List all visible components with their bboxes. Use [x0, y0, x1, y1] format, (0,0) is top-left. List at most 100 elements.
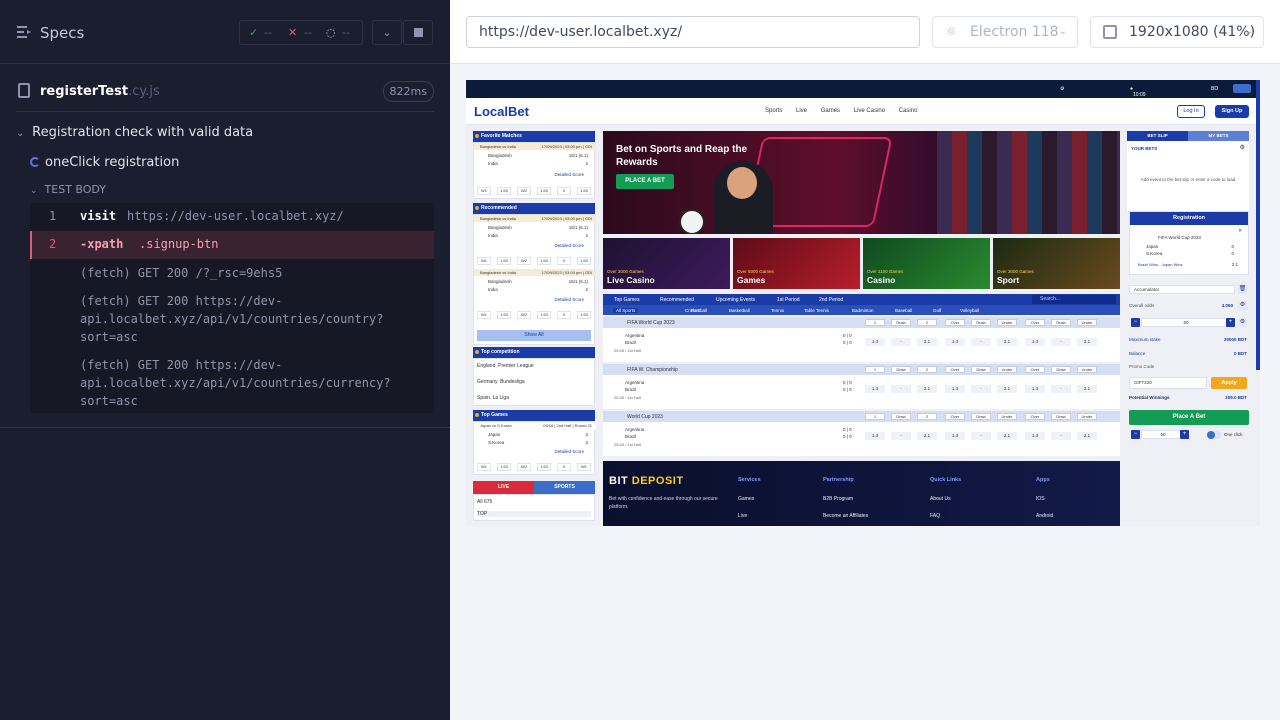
place-bet-button[interactable]: Place A Bet: [1129, 410, 1249, 425]
sport-basketball[interactable]: Basketball: [729, 308, 750, 313]
test-title[interactable]: oneClick registration: [30, 155, 179, 170]
test-body-label[interactable]: ⌄ TEST BODY: [30, 183, 106, 196]
quick-stake-input[interactable]: 50: [1141, 430, 1181, 439]
live-tab[interactable]: LIVE: [473, 481, 534, 494]
plus-icon[interactable]: +: [1226, 318, 1235, 327]
chevron-down-icon[interactable]: ⌄: [372, 20, 402, 45]
tile-games[interactable]: Over 5000 Games Games: [733, 238, 860, 289]
sport-badminton[interactable]: Badminton: [852, 308, 874, 313]
stop-button[interactable]: [403, 20, 433, 45]
game-card[interactable]: FIFA World Cup 2023 1 Draw 2 Over Draw Under O…: [603, 317, 1120, 362]
sport-golf[interactable]: Golf: [933, 308, 941, 313]
odds-row[interactable]: W1 1.53 W2 1.53 X 1.53: [477, 257, 593, 265]
chevron-down-icon[interactable]: ⌄: [16, 128, 28, 139]
command-row-failed[interactable]: 2 -xpath .signup-btn: [30, 231, 434, 259]
suite-title[interactable]: ⌄ Registration check with valid data: [16, 125, 253, 140]
top-filter[interactable]: TOP: [477, 511, 591, 517]
game-card[interactable]: World Cup 2023 1 Draw 2 Over Draw Under Over Dr…: [603, 411, 1120, 456]
nav-casino[interactable]: Casino: [899, 108, 918, 114]
favorites-header[interactable]: Favorite Matches: [473, 131, 595, 142]
login-button[interactable]: Log In: [1177, 105, 1205, 118]
spec-file-row[interactable]: registerTest.cy.js 822ms: [16, 72, 434, 112]
reg-league: FIFA World Cup 2023: [1158, 235, 1201, 240]
show-all-button[interactable]: Show All: [477, 330, 591, 341]
flag-icon[interactable]: [1233, 84, 1251, 93]
apply-button[interactable]: Apply: [1211, 377, 1247, 389]
left-sidebar: Favorite Matches Bangladesh vs India 17/0…: [473, 131, 596, 521]
detailed-score-link[interactable]: Detailed Score: [554, 297, 584, 302]
game-card[interactable]: FIFA W. Championship 1 Draw 2 Over Draw Under…: [603, 364, 1120, 409]
odds-row[interactable]: W1 1.53 W2 1.53 X 1.53: [477, 311, 593, 319]
competition-item[interactable]: England. Premier League: [477, 363, 534, 369]
fetch-log[interactable]: (fetch) GET 200 https://dev-api.localbet…: [80, 356, 420, 410]
tile-sport[interactable]: Over 3000 Games Sport: [993, 238, 1120, 289]
url-field[interactable]: https://dev-user.localbet.xyz/: [466, 16, 920, 48]
all-count[interactable]: All 675: [477, 499, 492, 505]
trash-icon[interactable]: 🗑: [1238, 285, 1247, 294]
odds-row[interactable]: W1 1.53 W2 1.53 X W1: [477, 463, 593, 471]
tile-live-casino[interactable]: Over 3000 Games Live Casino: [603, 238, 730, 289]
sports-tab[interactable]: SPORTS: [534, 481, 595, 494]
sport-baseball[interactable]: Baseball: [895, 308, 912, 313]
sport-volleyball[interactable]: Volleyball: [960, 308, 979, 313]
competition-item[interactable]: Germany. Bundesliga: [477, 379, 525, 385]
tab-my-bets[interactable]: MY BETS: [1188, 131, 1249, 141]
browser-selector[interactable]: ⚛ Electron 118 ⌄: [932, 16, 1078, 48]
detailed-score-link[interactable]: Detailed Score: [554, 243, 584, 248]
favorite-match[interactable]: Bangladesh vs India 17/09/2023 | 03:00 pm…: [473, 142, 596, 199]
detailed-score-link[interactable]: Detailed Score: [554, 172, 584, 177]
signup-button[interactable]: Sign Up: [1215, 105, 1249, 118]
sport-tennis[interactable]: Tennis: [771, 308, 784, 313]
nav-live-casino[interactable]: Live Casino: [854, 108, 885, 114]
scrollbar[interactable]: [1256, 80, 1260, 370]
minus-icon[interactable]: −: [1131, 430, 1140, 439]
recommended-header[interactable]: Recommended: [473, 203, 595, 214]
tab-2nd-period[interactable]: 2nd Period: [819, 297, 843, 303]
odds-row[interactable]: W1 1.53 W2 1.53 X 1.53: [477, 187, 593, 195]
gear-icon[interactable]: ⚙: [1238, 301, 1247, 310]
nav-games[interactable]: Games: [821, 108, 840, 114]
promo-input[interactable]: GIFT220: [1129, 377, 1207, 389]
sport-all[interactable]: All Sports: [613, 308, 639, 313]
top-competition-header[interactable]: Top competition: [473, 347, 595, 358]
sport-football[interactable]: Football: [691, 308, 707, 313]
spec-file-name[interactable]: registerTest.cy.js: [40, 84, 160, 99]
language-select[interactable]: BD: [1211, 86, 1218, 92]
nav-sports[interactable]: Sports: [765, 108, 782, 114]
fetch-log[interactable]: (fetch) GET 200 https://dev-api.localbet…: [80, 292, 420, 346]
tab-top-games[interactable]: Top Games: [614, 297, 640, 303]
one-click-toggle[interactable]: [1207, 431, 1221, 439]
top-games-header[interactable]: Top Games: [473, 410, 595, 421]
team-name: India: [488, 161, 498, 166]
tab-recommended[interactable]: Recommended: [660, 297, 694, 303]
chevron-down-icon[interactable]: ⌄: [30, 186, 38, 196]
plus-icon[interactable]: +: [1180, 430, 1189, 439]
viewport-selector[interactable]: 1920x1080 (41%) ⌄: [1090, 16, 1264, 48]
cypress-reporter: Specs ✓ -- ✕ -- ◌ -- ⌄ registerTest.cy.j…: [0, 0, 450, 720]
gear-icon[interactable]: ⚙: [1238, 318, 1247, 327]
tab-bet-slip[interactable]: BET SLIP: [1127, 131, 1188, 141]
top-game-card[interactable]: Japan vs S.Korea 09/18 | 2nd Half | Round…: [473, 421, 596, 475]
specs-label[interactable]: Specs: [40, 24, 84, 42]
close-icon[interactable]: ✕: [1238, 228, 1242, 234]
sport-table-tennis[interactable]: Table Tennis: [804, 308, 829, 313]
competition-item[interactable]: Spain. La Liga: [477, 395, 509, 401]
gear-icon[interactable]: ⚙: [1240, 144, 1245, 151]
hero-banner: Bet on Sports and Reap the Rewards PLACE…: [603, 131, 1120, 234]
footer-logo[interactable]: BIT DEPOSIT: [609, 475, 684, 487]
tab-upcoming-events[interactable]: Upcoming Events: [716, 297, 755, 303]
nav-live[interactable]: Live: [796, 108, 807, 114]
fetch-log[interactable]: (fetch) GET 200 /?_rsc=9ehs5: [80, 264, 420, 282]
specs-list-icon[interactable]: [17, 26, 31, 38]
accumulator-select[interactable]: Accumulator: [1129, 285, 1235, 294]
tab-1st-period[interactable]: 1st Period: [777, 297, 800, 303]
detailed-score-link[interactable]: Detailed Score: [554, 449, 584, 454]
tile-casino[interactable]: Over 1100 Games Casino: [863, 238, 990, 289]
place-bet-hero-button[interactable]: PLACE A BET: [616, 174, 674, 189]
gear-icon[interactable]: ⚙: [1060, 86, 1064, 92]
stake-input[interactable]: 50: [1141, 318, 1227, 327]
events-search-input[interactable]: Search...: [1032, 295, 1116, 304]
command-row[interactable]: 1 visit https://dev-user.localbet.xyz/: [30, 203, 434, 231]
minus-icon[interactable]: −: [1131, 318, 1140, 327]
site-logo[interactable]: LocalBet: [474, 104, 529, 119]
